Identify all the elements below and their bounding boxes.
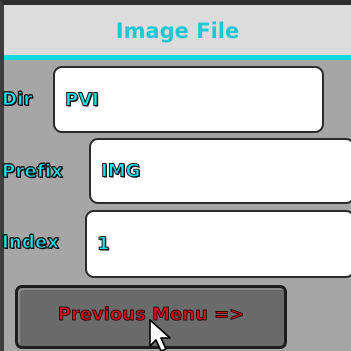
prefix-label: Prefix <box>1 161 64 183</box>
prefix-field-value: IMG <box>100 160 141 182</box>
index-label: Index <box>1 232 60 254</box>
index-field-value: 1 <box>97 233 110 255</box>
dir-label: Dir <box>2 89 33 111</box>
prefix-field[interactable]: IMG <box>89 138 351 204</box>
page-title: Image File <box>115 19 240 43</box>
index-field[interactable]: 1 <box>85 210 351 278</box>
title-bar: Image File <box>4 5 351 60</box>
dir-field[interactable]: PVI <box>53 66 324 133</box>
dir-field-value: PVI <box>65 89 100 111</box>
mouse-pointer-icon <box>149 319 171 351</box>
